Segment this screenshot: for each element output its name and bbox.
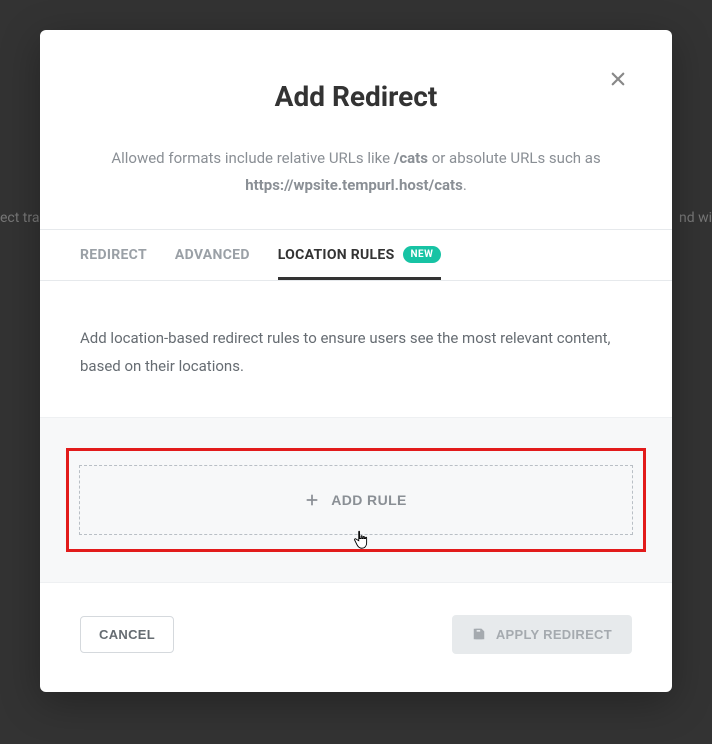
add-redirect-modal: Add Redirect Allowed formats include rel… (40, 30, 672, 692)
apply-redirect-button[interactable]: APPLY REDIRECT (452, 615, 632, 654)
save-icon (472, 627, 486, 641)
backdrop-text-left: ect tra (0, 210, 39, 226)
new-badge: NEW (403, 246, 442, 263)
rule-section: ADD RULE (40, 418, 672, 582)
location-rules-description: Add location-based redirect rules to ens… (40, 281, 672, 418)
desc-example-absolute: https://wpsite.tempurl.host/cats (245, 176, 463, 194)
apply-redirect-label: APPLY REDIRECT (496, 627, 612, 642)
close-button[interactable] (608, 70, 628, 90)
tabs: REDIRECT ADVANCED LOCATION RULES NEW (40, 229, 672, 281)
modal-footer: CANCEL APPLY REDIRECT (40, 582, 672, 692)
cancel-button[interactable]: CANCEL (80, 616, 174, 653)
add-rule-label: ADD RULE (331, 492, 407, 508)
add-rule-button[interactable]: ADD RULE (79, 465, 633, 535)
modal-title: Add Redirect (80, 80, 632, 113)
desc-pre: Allowed formats include relative URLs li… (111, 149, 393, 167)
plus-icon (305, 493, 319, 507)
close-icon (609, 70, 627, 88)
highlight-box: ADD RULE (66, 448, 646, 552)
tab-redirect[interactable]: REDIRECT (80, 230, 147, 280)
modal-header: Add Redirect Allowed formats include rel… (40, 30, 672, 229)
modal-description: Allowed formats include relative URLs li… (80, 145, 632, 199)
desc-post: . (463, 176, 467, 194)
backdrop-text-right: nd wi (679, 210, 712, 226)
desc-example-relative: /cats (394, 149, 428, 167)
tab-advanced[interactable]: ADVANCED (175, 230, 250, 280)
tab-location-rules[interactable]: LOCATION RULES NEW (278, 230, 442, 280)
desc-mid: or absolute URLs such as (428, 149, 601, 167)
tab-location-rules-label: LOCATION RULES (278, 247, 395, 263)
